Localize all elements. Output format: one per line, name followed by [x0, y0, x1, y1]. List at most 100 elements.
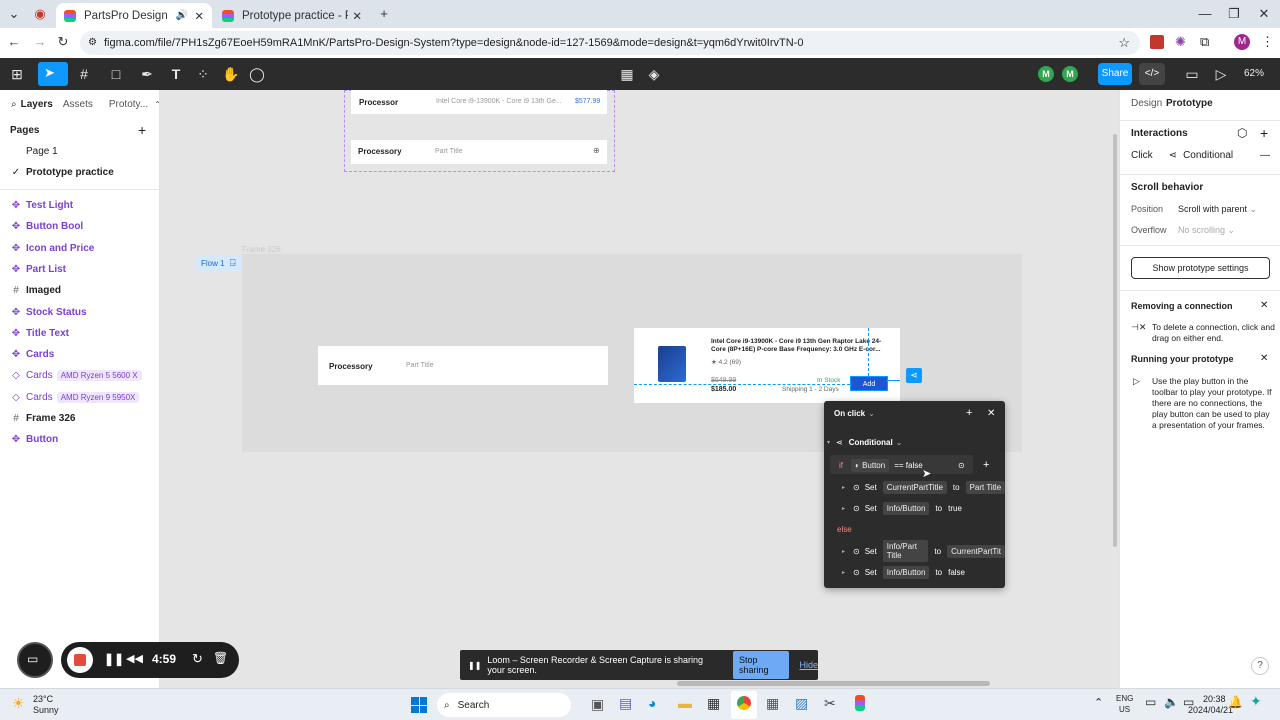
task-view-icon[interactable]: ▣: [591, 696, 604, 713]
taskbar-search[interactable]: ⌕ Search: [437, 693, 571, 717]
page-item-selected[interactable]: ✓ Prototype practice: [0, 162, 160, 183]
calculator-icon[interactable]: ▦: [766, 695, 779, 712]
layer-item[interactable]: ◇ Cards AMD Ryzen 5 5600 X: [0, 365, 160, 386]
edge-icon[interactable]: ◕: [648, 695, 656, 711]
flow-start-badge[interactable]: Flow 1 ⍈: [196, 255, 242, 271]
set-variable-row[interactable]: ▸ ⊙ Set Info/Part Title to CurrentPartTit: [824, 540, 1005, 562]
flows-icon[interactable]: ⬡: [1237, 126, 1247, 140]
tab-search-icon[interactable]: ⌄: [6, 6, 22, 22]
layer-item[interactable]: ✥ Title Text: [0, 323, 160, 344]
tab-close-icon[interactable]: ✕: [352, 9, 362, 23]
tab-close-icon[interactable]: ✕: [194, 9, 204, 23]
close-icon[interactable]: ✕: [987, 408, 995, 419]
layer-item[interactable]: ✥ Stock Status: [0, 302, 160, 323]
page-item[interactable]: Page 1: [0, 141, 160, 162]
interaction-node-icon[interactable]: ⋖: [906, 368, 922, 383]
add-button[interactable]: Add: [850, 376, 888, 391]
dev-mode-icon[interactable]: </>: [1139, 63, 1165, 85]
tab-partspro-design-system[interactable]: PartsPro Design System – F 🔊 ✕: [56, 3, 212, 28]
frame-label[interactable]: Frame 326: [242, 245, 281, 254]
expand-arrow-icon[interactable]: ▸: [842, 569, 845, 576]
windows-start-icon[interactable]: [411, 697, 427, 713]
action-row[interactable]: ▾ ⋖ Conditional ⌄: [824, 432, 1005, 452]
interaction-row[interactable]: Click ⋖ Conditional —: [1120, 147, 1280, 163]
tab-design[interactable]: Design: [1131, 98, 1162, 109]
zoom-level[interactable]: 62%: [1244, 68, 1264, 79]
new-tab-icon[interactable]: +: [376, 6, 392, 22]
overflow-select[interactable]: No scrolling ⌄: [1178, 225, 1235, 236]
language-bottom[interactable]: US: [1119, 705, 1130, 714]
file-explorer-icon[interactable]: ▬: [678, 695, 692, 711]
record-icon[interactable]: ◉: [32, 6, 48, 22]
text-tool-icon[interactable]: T: [168, 66, 184, 82]
chevron-down-icon[interactable]: ⌄: [868, 409, 875, 418]
trash-icon[interactable]: 🗑: [213, 651, 228, 665]
shape-tool-icon[interactable]: □: [108, 66, 124, 82]
pen-tool-icon[interactable]: ✒: [139, 66, 155, 82]
store-icon[interactable]: ▦: [707, 695, 720, 712]
layer-item[interactable]: # Imaged: [0, 280, 160, 301]
teams-icon[interactable]: ▤: [619, 695, 632, 712]
value-field[interactable]: false: [948, 568, 965, 577]
variable-icon[interactable]: ⊙: [958, 461, 965, 470]
resources-icon[interactable]: ⁘: [195, 66, 211, 82]
show-prototype-settings-button[interactable]: Show prototype settings: [1131, 257, 1270, 279]
layer-item[interactable]: ✥ Button Bool: [0, 216, 160, 237]
product-card[interactable]: Intel Core i9-13900K - Core i9 13th Gen …: [634, 328, 900, 403]
language-top[interactable]: ENG: [1116, 694, 1133, 703]
copilot-icon[interactable]: ✦: [1250, 693, 1262, 710]
expand-arrow-icon[interactable]: ▸: [842, 548, 845, 555]
forward-icon[interactable]: →: [32, 34, 48, 50]
weather-desc[interactable]: Sunny: [33, 705, 59, 715]
trigger-dropdown[interactable]: On click: [834, 409, 865, 418]
figma-taskbar-icon[interactable]: [855, 695, 865, 711]
value-field[interactable]: Part Title: [965, 480, 1006, 494]
part-row[interactable]: Processory Part Title ⊕: [351, 140, 607, 164]
expand-arrow-icon[interactable]: ▸: [842, 505, 845, 512]
play-flow-icon[interactable]: ⍈: [230, 258, 236, 269]
volume-icon[interactable]: 🔈: [1164, 695, 1179, 709]
variable-pill[interactable]: Info/Button: [882, 566, 930, 579]
components-icon[interactable]: ◈: [646, 66, 662, 82]
close-tip-icon[interactable]: ✕: [1260, 300, 1268, 311]
browser-menu-icon[interactable]: ⋮: [1261, 34, 1274, 50]
photos-icon[interactable]: ▨: [795, 695, 808, 712]
tab-prototype[interactable]: Prototype: [1166, 98, 1213, 109]
pause-icon[interactable]: ❚❚: [104, 652, 124, 666]
set-variable-row[interactable]: ▸ ⊙ Set CurrentPartTitle to Part Title: [824, 477, 1006, 497]
expand-arrow-icon[interactable]: ▸: [842, 484, 845, 491]
comment-icon[interactable]: ◯: [249, 66, 265, 82]
move-tool-button[interactable]: ➤: [38, 62, 68, 86]
add-condition-icon[interactable]: +: [983, 459, 989, 471]
stop-record-button[interactable]: [67, 647, 93, 673]
rewind-icon[interactable]: ◀◀: [126, 652, 143, 665]
hand-tool-icon[interactable]: ✋: [222, 66, 239, 82]
notification-bell-icon[interactable]: 🔔: [1228, 695, 1243, 709]
layer-item[interactable]: ◇ Cards AMD Ryzen 9 5950X: [0, 387, 160, 408]
horizontal-scrollbar[interactable]: [677, 681, 990, 686]
chevron-down-icon[interactable]: ⌃: [154, 100, 161, 109]
part-row[interactable]: Processory Part Title: [318, 346, 608, 385]
stop-sharing-button[interactable]: Stop sharing: [732, 651, 790, 679]
hide-link[interactable]: Hide: [799, 660, 818, 670]
remove-interaction-icon[interactable]: —: [1260, 150, 1270, 161]
close-window-icon[interactable]: ✕: [1256, 6, 1272, 22]
present-play-icon[interactable]: ▷: [1213, 66, 1229, 82]
chrome-taskbar-button[interactable]: [731, 691, 757, 719]
collapse-arrow-icon[interactable]: ▾: [827, 439, 830, 446]
set-variable-row[interactable]: ▸ ⊙ Set Info/Button to false: [824, 563, 1005, 583]
frame-tool-icon[interactable]: #: [76, 66, 92, 82]
tab-prototype-practice[interactable]: Prototype practice - PartsPro D ✕: [214, 3, 370, 28]
speaker-icon[interactable]: 🔊: [176, 10, 188, 21]
position-select[interactable]: Scroll with parent ⌄: [1178, 204, 1257, 215]
part-row[interactable]: Processor Intel Core i9-13900K - Core i9…: [351, 90, 607, 114]
tab-layers[interactable]: Layers: [21, 99, 53, 110]
extensions-puzzle-icon[interactable]: ⧉: [1200, 34, 1209, 50]
add-interaction-icon[interactable]: +: [1260, 125, 1268, 141]
value-field[interactable]: CurrentPartTit: [947, 544, 1005, 558]
chevron-down-icon[interactable]: ⌄: [896, 438, 903, 447]
restart-icon[interactable]: ↻: [192, 651, 203, 667]
site-info-icon[interactable]: ⚙: [88, 31, 97, 55]
share-button[interactable]: Share: [1098, 63, 1132, 85]
close-tip-icon[interactable]: ✕: [1260, 353, 1268, 364]
